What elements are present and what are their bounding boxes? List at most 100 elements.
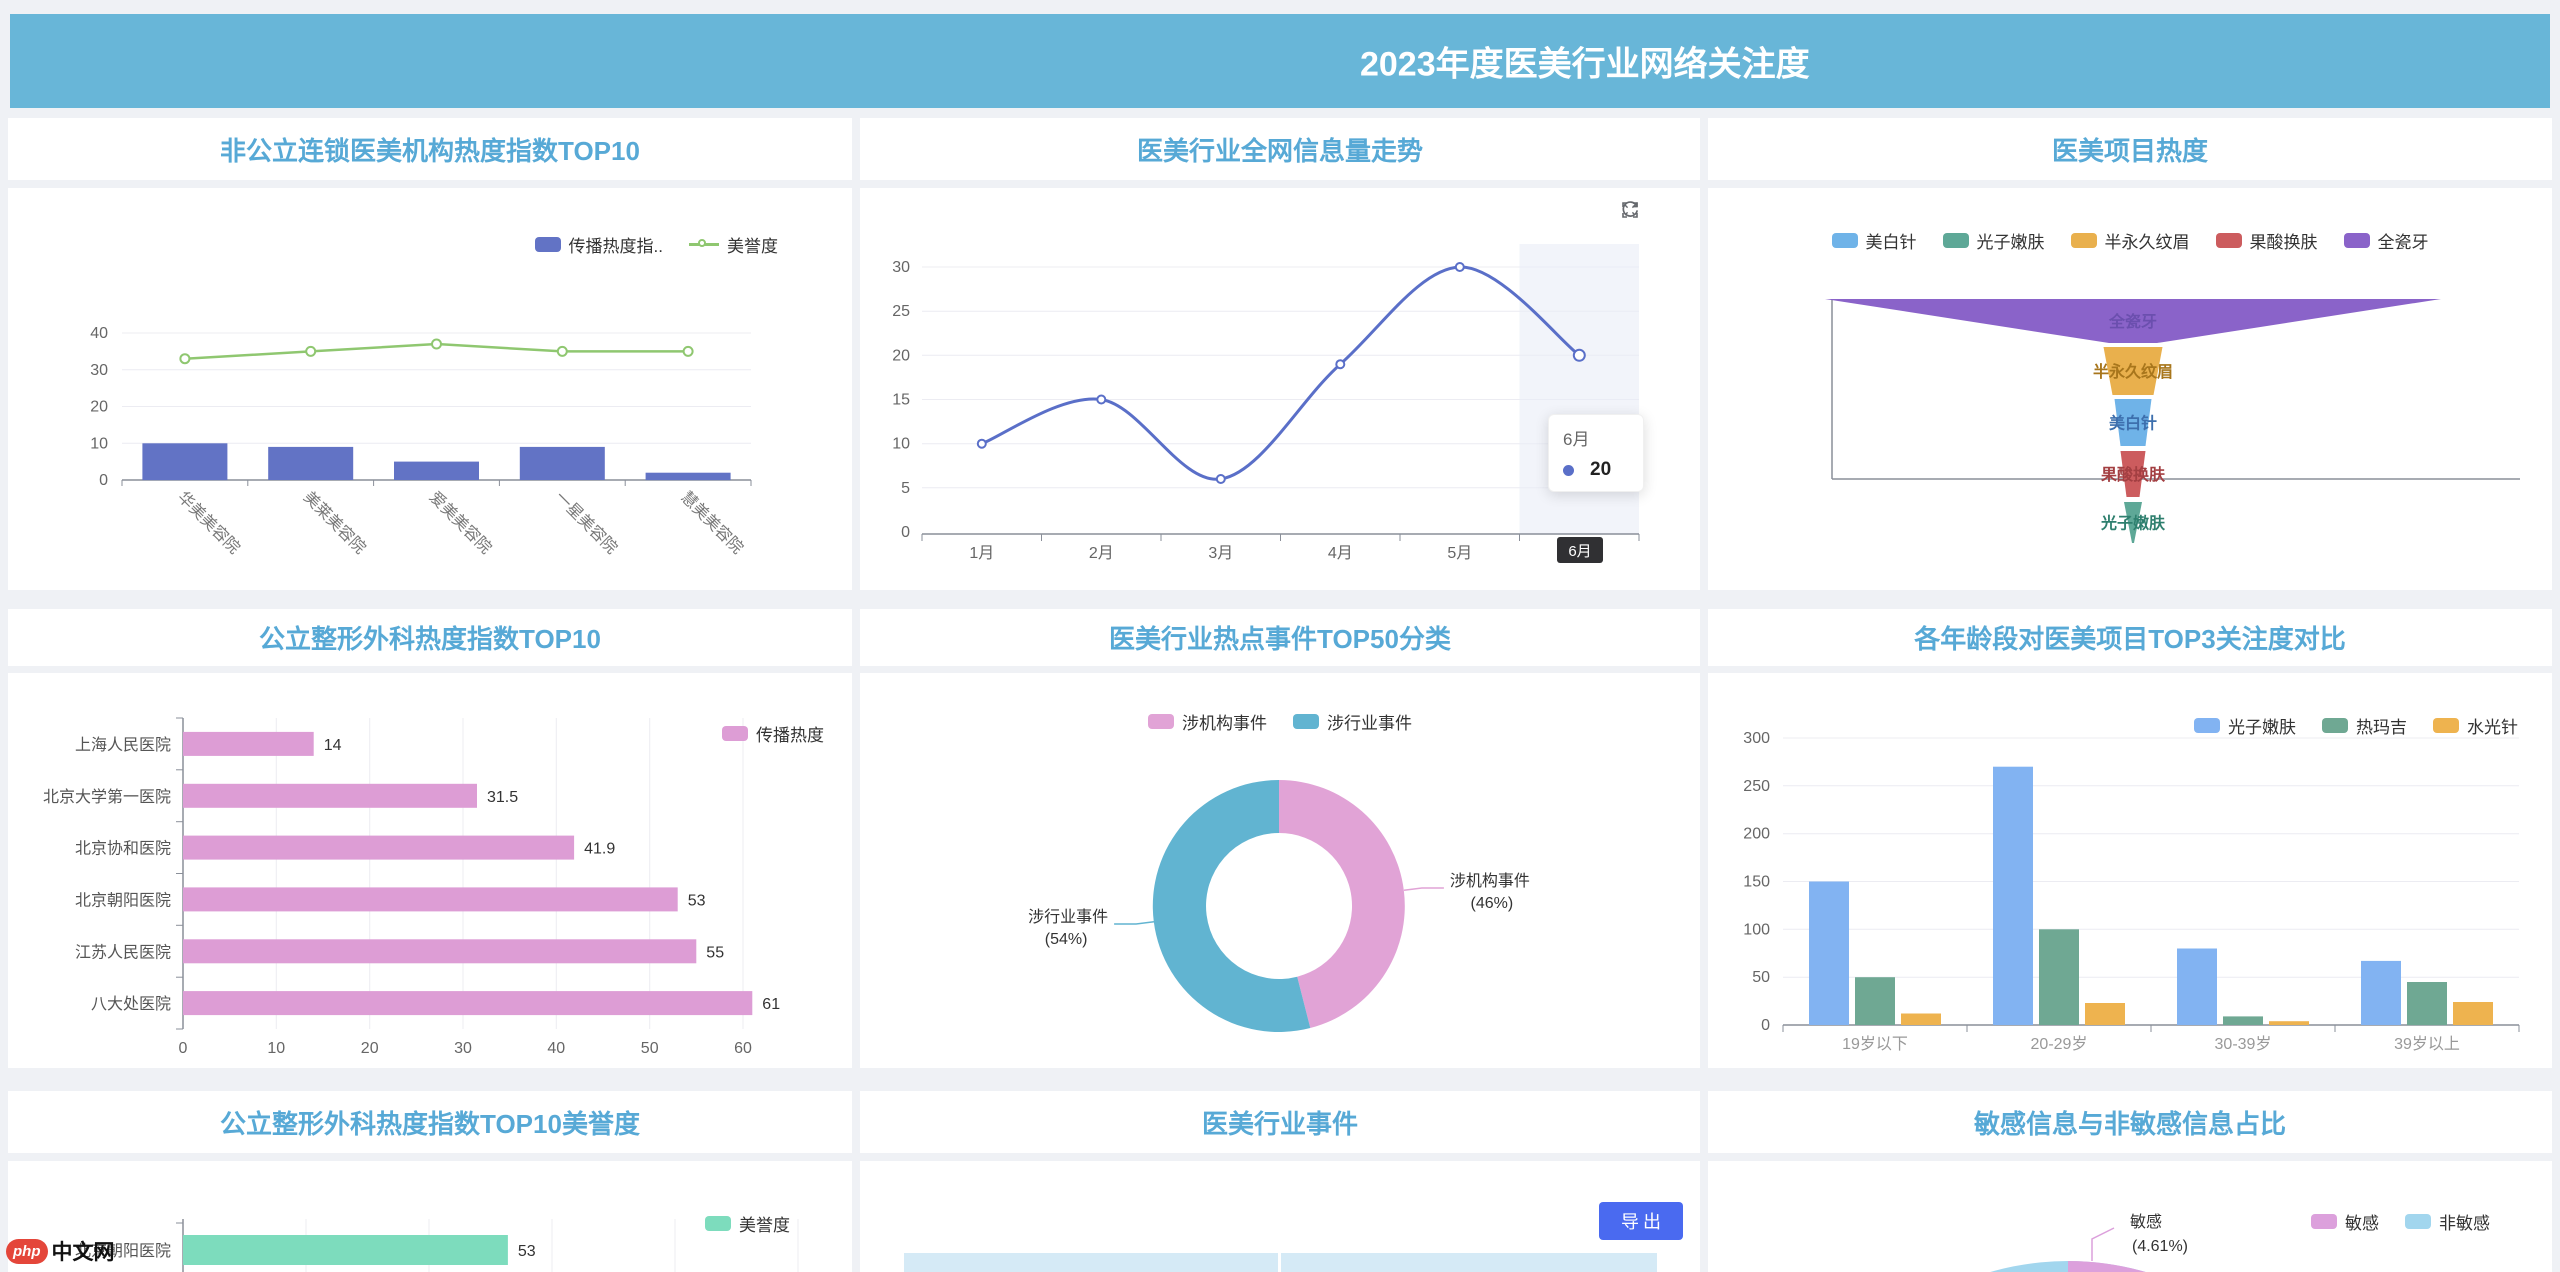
legend-item[interactable]: 敏感 [2311, 1209, 2379, 1234]
legend-item[interactable]: 光子嫩肤 [2194, 713, 2296, 738]
svg-text:41.9: 41.9 [584, 841, 615, 858]
chart-industry-events[interactable]: 导出 [860, 1161, 1700, 1272]
panel-title-sensitive-ratio: 敏感信息与非敏感信息占比 [1708, 1091, 2552, 1153]
legend-label: 传播热度指.. [569, 232, 663, 257]
legend-item[interactable]: 美白针 [1832, 228, 1917, 253]
panel-title-text: 公立整形外科热度指数TOP10 [259, 619, 601, 656]
panel-title-text: 医美行业热点事件TOP50分类 [1109, 619, 1451, 656]
svg-text:40: 40 [547, 1040, 565, 1057]
legend: 涉机构事件 涉行业事件 [860, 709, 1700, 734]
svg-text:30: 30 [892, 259, 910, 276]
tooltip-value: 20 [1590, 459, 1611, 481]
legend-swatch [1148, 714, 1174, 729]
svg-text:华美美容院: 华美美容院 [174, 488, 243, 557]
chart-toolbox [1620, 200, 1674, 220]
legend-item[interactable]: 光子嫩肤 [1943, 228, 2045, 253]
site-logo-text: 中文网 [52, 1236, 115, 1266]
svg-text:半永久纹眉: 半永久纹眉 [2093, 362, 2173, 381]
legend-label: 美誉度 [727, 232, 778, 257]
legend-item[interactable]: 果酸换肤 [2216, 228, 2318, 253]
legend-label: 果酸换肤 [2250, 228, 2318, 253]
svg-text:5: 5 [901, 480, 910, 497]
legend-item[interactable]: 美誉度 [689, 232, 778, 257]
legend-swatch [2344, 233, 2370, 248]
svg-text:200: 200 [1743, 826, 1770, 843]
panel-title-text: 医美项目热度 [2052, 131, 2208, 168]
svg-text:300: 300 [1743, 730, 1770, 747]
axis-pointer-label: 6月 [1557, 537, 1603, 563]
svg-text:2月: 2月 [1089, 545, 1114, 562]
legend-swatch [2405, 1214, 2431, 1229]
legend-swatch [1293, 714, 1319, 729]
export-button[interactable]: 导出 [1599, 1202, 1683, 1240]
chart-public-reputation[interactable]: 53北京朝阳医院 美誉度 [8, 1161, 852, 1272]
table-column-divider [1278, 1253, 1281, 1272]
svg-text:20-29岁: 20-29岁 [2031, 1035, 2088, 1053]
svg-text:20: 20 [892, 347, 910, 364]
panel-title-public-reputation: 公立整形外科热度指数TOP10美誉度 [8, 1091, 852, 1153]
legend: 传播热度指.. 美誉度 [535, 232, 778, 257]
tooltip-title: 6月 [1563, 425, 1629, 450]
svg-text:60: 60 [734, 1040, 752, 1057]
legend-item[interactable]: 全瓷牙 [2344, 228, 2429, 253]
panel-title-info-trend: 医美行业全网信息量走势 [860, 118, 1700, 180]
svg-text:31.5: 31.5 [487, 789, 518, 806]
svg-text:50: 50 [1752, 969, 1770, 986]
chart-public-heat[interactable]: 010203040506014上海人民医院31.5北京大学第一医院41.9北京协… [8, 673, 852, 1068]
legend-item[interactable]: 美誉度 [705, 1211, 790, 1236]
panel-title-text: 敏感信息与非敏感信息占比 [1974, 1104, 2286, 1141]
legend-swatch [2311, 1214, 2337, 1229]
legend-swatch [705, 1216, 731, 1231]
legend-item[interactable]: 热玛吉 [2322, 713, 2407, 738]
chart-sensitive-ratio[interactable]: 敏感 (4.61%) 敏感 非敏感 [1708, 1161, 2552, 1272]
svg-text:江苏人民医院: 江苏人民医院 [75, 943, 171, 961]
legend-item[interactable]: 传播热度指.. [535, 232, 663, 257]
chart-event-class[interactable]: 涉机构事件(46%)涉行业事件(54%) 涉机构事件涉行业事件 [860, 673, 1700, 1068]
legend: 光子嫩肤 热玛吉 水光针 [2194, 713, 2518, 738]
svg-text:20: 20 [90, 399, 108, 416]
svg-text:10: 10 [90, 435, 108, 452]
svg-text:20: 20 [361, 1040, 379, 1057]
legend-item[interactable]: 半永久纹眉 [2071, 228, 2190, 253]
svg-text:(4.61%): (4.61%) [2132, 1238, 2188, 1255]
svg-text:30-39岁: 30-39岁 [2215, 1035, 2272, 1053]
svg-text:15: 15 [892, 392, 910, 409]
legend: 传播热度 [722, 721, 824, 746]
panel-title-event-class: 医美行业热点事件TOP50分类 [860, 609, 1700, 666]
legend-item[interactable]: 涉机构事件 [1148, 709, 1267, 734]
svg-text:39岁以上: 39岁以上 [2394, 1035, 2460, 1053]
site-logo[interactable]: php 中文网 [6, 1236, 115, 1266]
legend-item[interactable]: 涉行业事件 [1293, 709, 1412, 734]
legend-swatch [1832, 233, 1858, 248]
panel-title-nonpublic-orgs: 非公立连锁医美机构热度指数TOP10 [8, 118, 852, 180]
legend-swatch [1943, 233, 1969, 248]
svg-text:30: 30 [454, 1040, 472, 1057]
fullscreen-icon[interactable] [1654, 200, 1674, 220]
svg-text:53: 53 [518, 1243, 536, 1260]
svg-text:上海人民医院: 上海人民医院 [75, 736, 171, 754]
svg-text:0: 0 [179, 1040, 188, 1057]
legend-swatch [535, 237, 561, 252]
svg-text:一星美容院: 一星美容院 [551, 488, 620, 557]
svg-text:19岁以下: 19岁以下 [1842, 1035, 1908, 1053]
svg-text:(54%): (54%) [1045, 931, 1088, 948]
legend-item[interactable]: 传播热度 [722, 721, 824, 746]
chart-info-trend[interactable]: 0510152025301月2月3月4月5月 6月 20 6月 [860, 188, 1700, 590]
legend: 美白针 光子嫩肤 半永久纹眉 果酸换肤 全瓷牙 [1708, 228, 2552, 253]
legend-label: 热玛吉 [2356, 713, 2407, 738]
legend-item[interactable]: 水光针 [2433, 713, 2518, 738]
chart-project-heat[interactable]: 全瓷牙半永久纹眉美白针果酸换肤光子嫩肤 美白针光子嫩肤半永久纹眉果酸换肤全瓷牙 [1708, 188, 2552, 590]
legend: 敏感 非敏感 [2311, 1209, 2490, 1234]
svg-text:1月: 1月 [969, 545, 994, 562]
legend-label: 半永久纹眉 [2105, 228, 2190, 253]
chart-nonpublic-orgs[interactable]: 010203040华美美容院美莱美容院爱美美容院一星美容院慧美美容院 传播热度指… [8, 188, 852, 590]
svg-text:50: 50 [641, 1040, 659, 1057]
dashboard-title: 2023年度医美行业网络关注度 [1360, 37, 1810, 86]
svg-text:北京协和医院: 北京协和医院 [75, 840, 171, 858]
legend-swatch [2216, 233, 2242, 248]
chart-age-compare[interactable]: 05010015020025030019岁以下20-29岁30-39岁39岁以上… [1708, 673, 2552, 1068]
line-chart-svg[interactable]: 0510152025301月2月3月4月5月 [860, 188, 1700, 590]
svg-text:慧美美容院: 慧美美容院 [677, 488, 746, 557]
svg-text:14: 14 [324, 737, 342, 754]
legend-item[interactable]: 非敏感 [2405, 1209, 2490, 1234]
